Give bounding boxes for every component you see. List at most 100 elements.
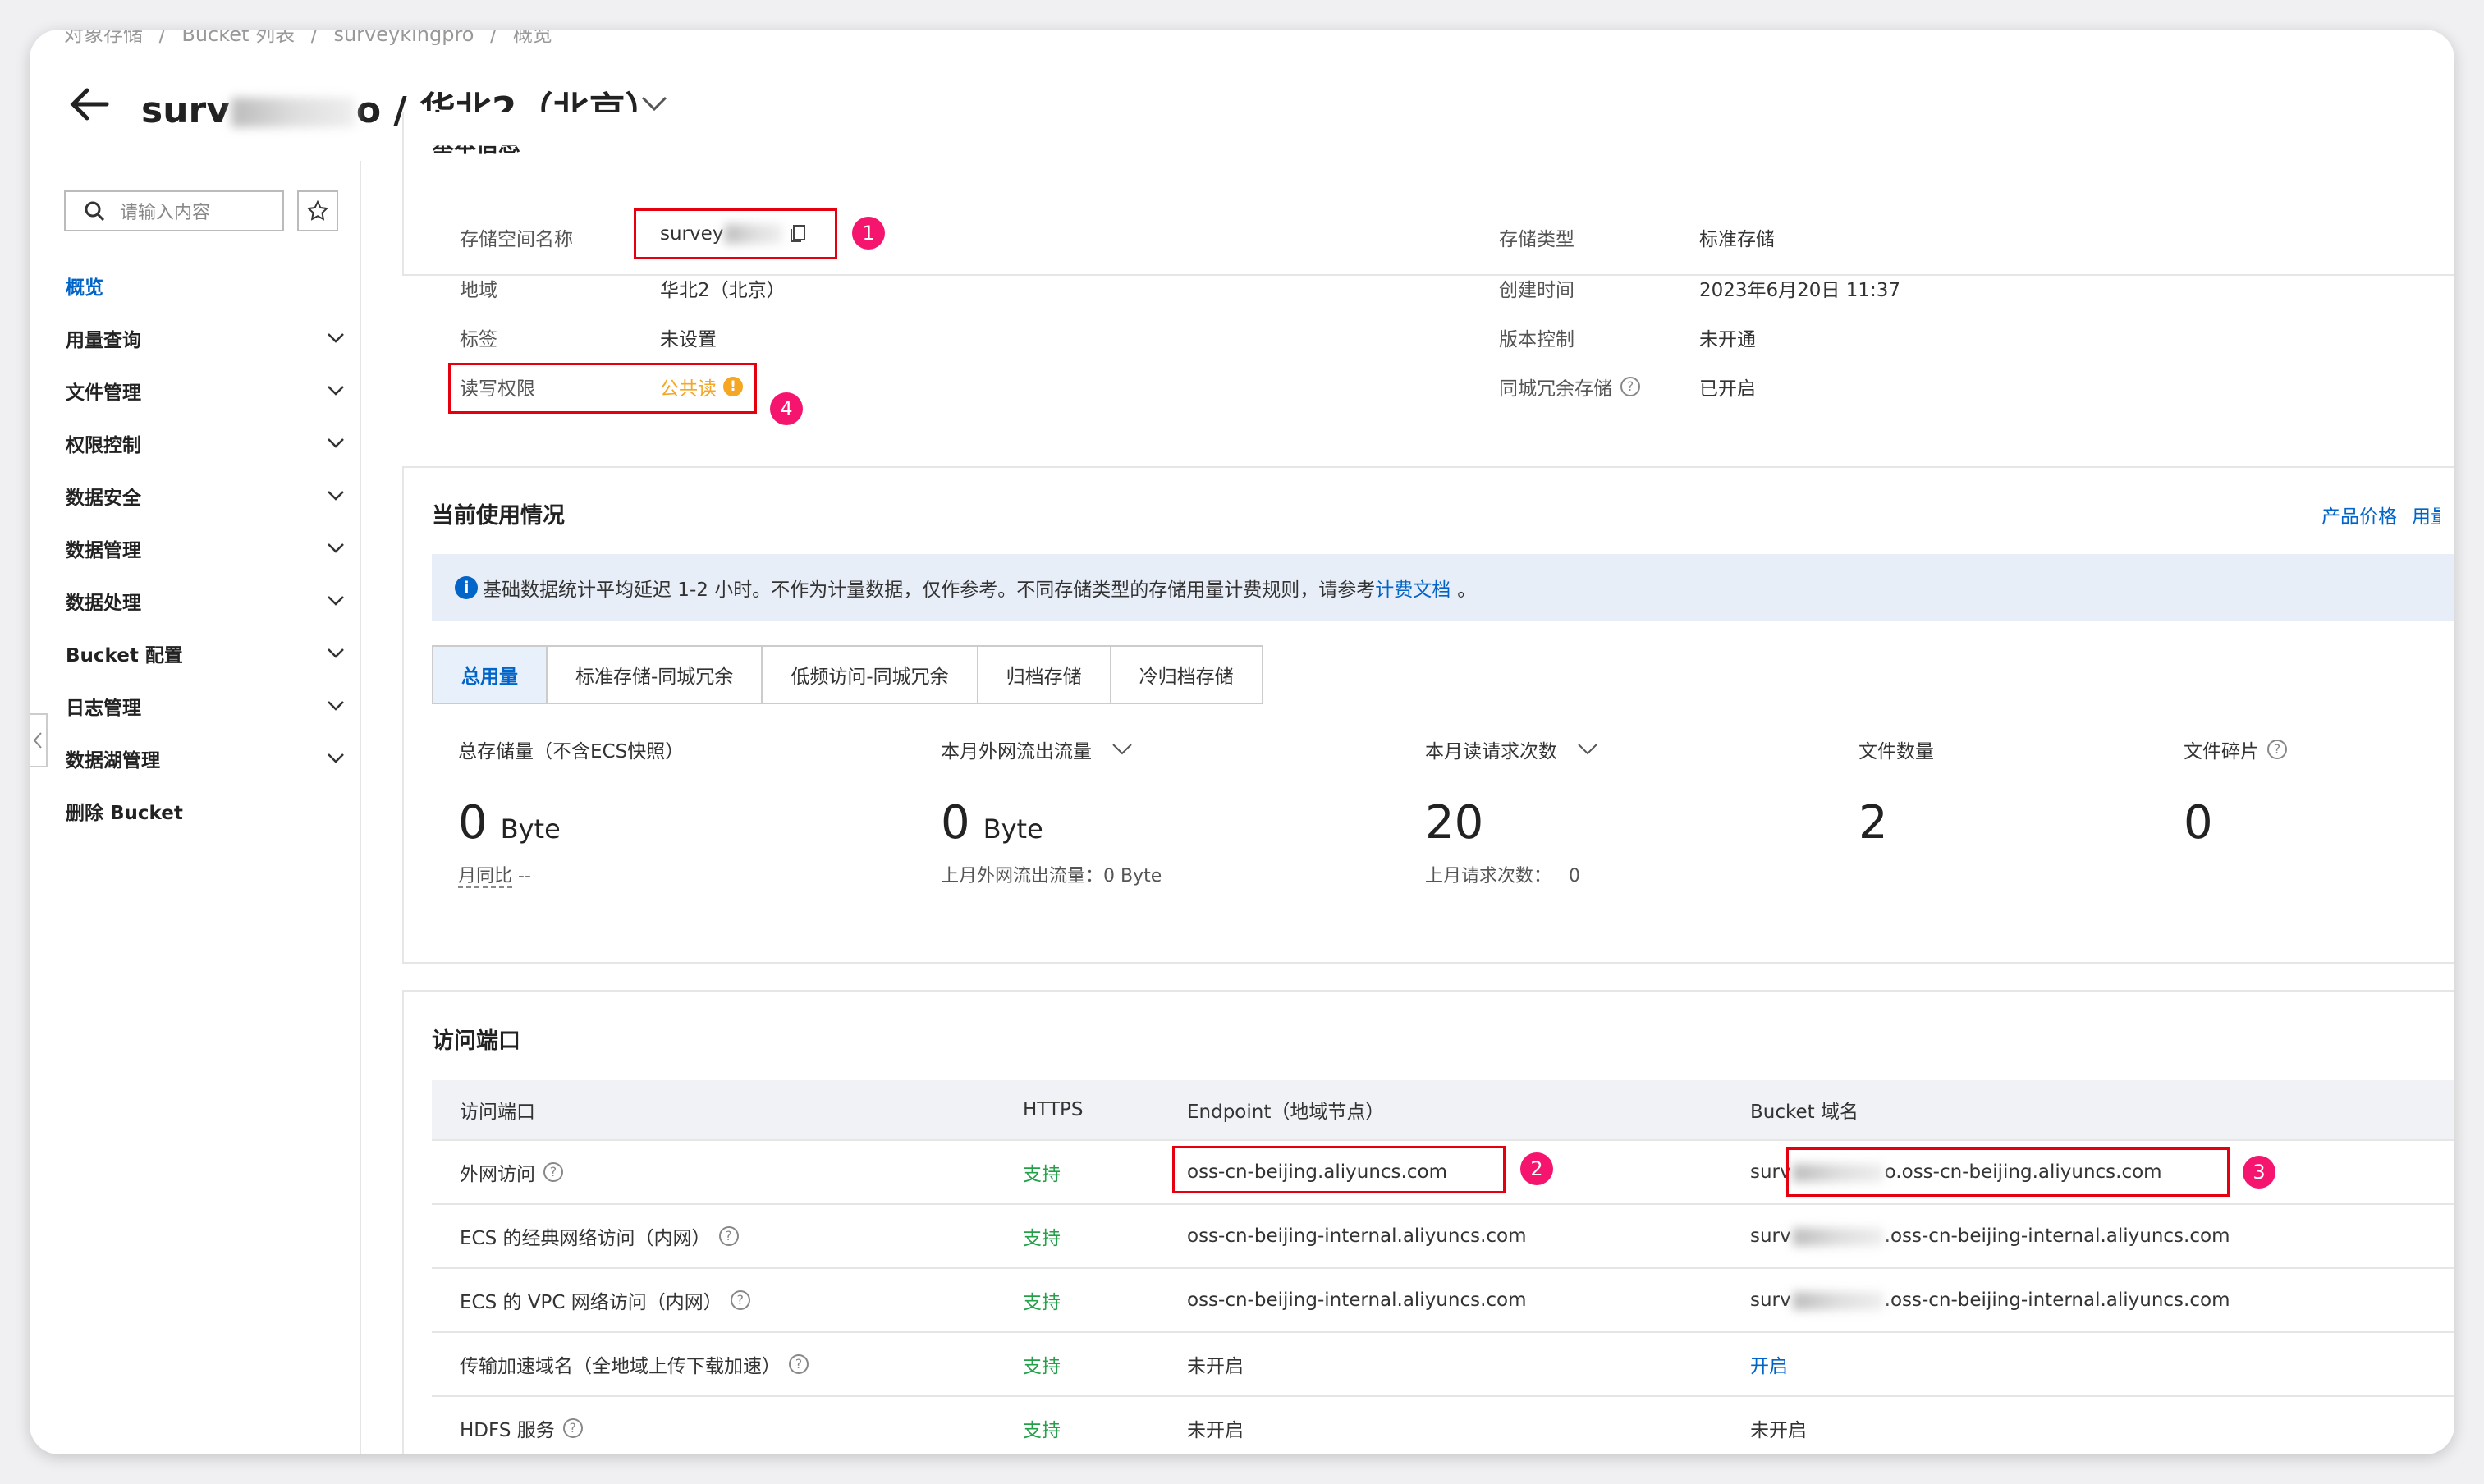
table-row: ECS 的经典网络访问（内网）? 支持 oss-cn-beijing-inter… — [432, 1205, 2454, 1269]
endpoints-card: 访问端口 访问端口 HTTPS Endpoint（地域节点） Bucket 域名… — [402, 990, 2454, 1454]
star-icon — [307, 200, 328, 221]
chevron-down-icon — [328, 333, 344, 343]
storage-type-value: 标准存储 — [1699, 229, 1775, 250]
sidebar-item[interactable]: 权限控制 — [66, 417, 345, 469]
sidebar-item-label: 删除 Bucket — [66, 803, 183, 824]
tab-cold-archive[interactable]: 冷归档存储 — [1111, 647, 1262, 703]
chevron-down-icon[interactable] — [640, 95, 668, 112]
bucket-name-label: 存储空间名称 — [460, 229, 573, 250]
section-title: 基本信息 — [432, 132, 520, 158]
usage-link[interactable]: 用量 — [2412, 501, 2440, 529]
sidebar-item-label: 数据安全 — [66, 488, 141, 509]
sidebar-item[interactable]: 数据管理 — [66, 522, 345, 575]
stat-read-requests: 本月读请求次数 20 上月请求次数： 0 — [1425, 735, 1598, 887]
sidebar-item[interactable]: 数据湖管理 — [66, 732, 345, 785]
chevron-down-icon — [328, 543, 344, 553]
help-icon[interactable]: ? — [730, 1290, 750, 1310]
region-value: 华北2（北京） — [660, 280, 786, 301]
created-label: 创建时间 — [1499, 280, 1574, 301]
table-row: HDFS 服务? 支持 未开启 未开启 — [432, 1397, 2454, 1454]
chevron-down-icon — [328, 753, 344, 763]
sidebar-nav: 概览用量查询文件管理权限控制数据安全数据管理数据处理 Bucket 配置 日志管理数… — [66, 259, 345, 837]
version-value: 未开通 — [1699, 329, 1756, 350]
chevron-down-icon — [328, 491, 344, 501]
sidebar-item-label: 数据管理 — [66, 540, 141, 561]
highlight-box — [634, 208, 837, 259]
enable-acceleration-link[interactable]: 开启 — [1750, 1356, 1788, 1377]
tab-total[interactable]: 总用量 — [433, 647, 548, 703]
breadcrumb: 对象存储 / Bucket 列表 / surveykingpro / 概览 — [64, 30, 562, 47]
sidebar-item[interactable]: 数据安全 — [66, 469, 345, 522]
endpoints-title: 访问端口 — [432, 1028, 520, 1054]
stat-fragments: 文件碎片? 0 — [2184, 735, 2287, 850]
table-row: 传输加速域名（全地域上传下载加速）? 支持 未开启 开启 — [432, 1333, 2454, 1397]
breadcrumb-item[interactable]: 对象存储 — [64, 30, 143, 46]
storage-type-label: 存储类型 — [1499, 229, 1574, 250]
table-row: ECS 的 VPC 网络访问（内网）? 支持 oss-cn-beijing-in… — [432, 1269, 2454, 1333]
sidebar-item[interactable]: 概览 — [66, 259, 345, 312]
sidebar-item-label: Bucket 配置 — [66, 645, 183, 666]
zrs-value: 已开启 — [1699, 378, 1756, 400]
tab-archive[interactable]: 归档存储 — [978, 647, 1111, 703]
highlight-box — [1786, 1147, 2230, 1197]
sidebar-item[interactable]: 删除 Bucket — [66, 785, 345, 837]
redacted-mask — [231, 98, 355, 127]
help-icon[interactable]: ? — [789, 1354, 809, 1374]
back-arrow-icon[interactable] — [67, 82, 112, 126]
highlight-box — [448, 363, 757, 414]
marker-badge: 4 — [770, 392, 803, 425]
tag-label: 标签 — [460, 329, 497, 350]
help-icon[interactable]: ? — [543, 1162, 563, 1182]
created-value: 2023年6月20日 11:37 — [1699, 280, 1901, 301]
sidebar-item-label: 概览 — [66, 277, 103, 299]
sidebar-item[interactable]: Bucket 配置 — [66, 627, 345, 680]
favorite-star-button[interactable] — [297, 190, 338, 231]
usage-title: 当前使用情况 — [432, 503, 565, 529]
zrs-label: 同城冗余存储? — [1499, 373, 1640, 401]
sidebar: 请输入内容 概览用量查询文件管理权限控制数据安全数据管理数据处理 Bucket 配… — [30, 161, 361, 1454]
main-content: 基本信息 存储空间名称 survey 1 地域 华北2（北京） 标签 未设置 读… — [402, 112, 2454, 1454]
sidebar-collapse-button[interactable] — [30, 713, 48, 767]
sidebar-item-label: 日志管理 — [66, 698, 141, 719]
sidebar-item[interactable]: 用量查询 — [66, 312, 345, 364]
chevron-down-icon[interactable] — [1577, 743, 1598, 756]
stat-total-storage: 总存储量（不含ECS快照） 0 Byte 月同比 -- — [458, 741, 685, 888]
console-window: 对象存储 / Bucket 列表 / surveykingpro / 概览 su… — [30, 30, 2454, 1454]
breadcrumb-item[interactable]: Bucket 列表 — [181, 30, 295, 46]
usage-tabs: 总用量 标准存储-同城冗余 低频访问-同城冗余 归档存储 冷归档存储 — [432, 645, 1263, 704]
help-icon[interactable]: ? — [562, 1418, 583, 1438]
tag-value: 未设置 — [660, 329, 717, 350]
breadcrumb-item[interactable]: surveykingpro — [333, 30, 474, 46]
stat-outbound-traffic: 本月外网流出流量 0 Byte 上月外网流出流量：0 Byte — [941, 741, 1162, 886]
sidebar-search-input[interactable]: 请输入内容 — [64, 190, 284, 231]
chevron-down-icon — [328, 648, 344, 658]
help-icon[interactable]: ? — [1620, 377, 1640, 396]
price-link[interactable]: 产品价格 — [2321, 501, 2397, 529]
tab-ia[interactable]: 低频访问-同城冗余 — [763, 647, 978, 703]
sidebar-item-label: 权限控制 — [66, 435, 141, 456]
chevron-left-icon — [33, 732, 42, 749]
tab-standard[interactable]: 标准存储-同城冗余 — [548, 647, 763, 703]
sidebar-item-label: 文件管理 — [66, 382, 141, 404]
chevron-down-icon — [328, 596, 344, 606]
sidebar-item[interactable]: 日志管理 — [66, 680, 345, 732]
help-icon[interactable]: ? — [718, 1226, 739, 1246]
highlight-box — [1172, 1146, 1506, 1193]
table-header: 访问端口 HTTPS Endpoint（地域节点） Bucket 域名 — [432, 1080, 2454, 1141]
sidebar-item[interactable]: 数据处理 — [66, 575, 345, 627]
stat-file-count: 文件数量 2 — [1858, 741, 1934, 850]
sidebar-item-label: 用量查询 — [66, 330, 141, 351]
chevron-down-icon — [328, 438, 344, 448]
help-icon[interactable]: ? — [2267, 740, 2287, 759]
marker-badge: 2 — [1520, 1152, 1553, 1185]
marker-badge: 3 — [2243, 1156, 2275, 1189]
sidebar-item-label: 数据湖管理 — [66, 750, 160, 772]
billing-doc-link[interactable]: 计费文档 — [1375, 574, 1451, 602]
search-icon — [85, 201, 105, 222]
info-icon: i — [455, 576, 478, 599]
usage-card: 当前使用情况 产品价格 用量 i 基础数据统计平均延迟 1-2 小时。不作为计量… — [402, 466, 2454, 964]
notice-banner: i 基础数据统计平均延迟 1-2 小时。不作为计量数据，仅作参考。不同存储类型的… — [432, 554, 2454, 621]
chevron-down-icon[interactable] — [1111, 743, 1133, 756]
sidebar-item[interactable]: 文件管理 — [66, 364, 345, 417]
sidebar-item-label: 数据处理 — [66, 593, 141, 614]
